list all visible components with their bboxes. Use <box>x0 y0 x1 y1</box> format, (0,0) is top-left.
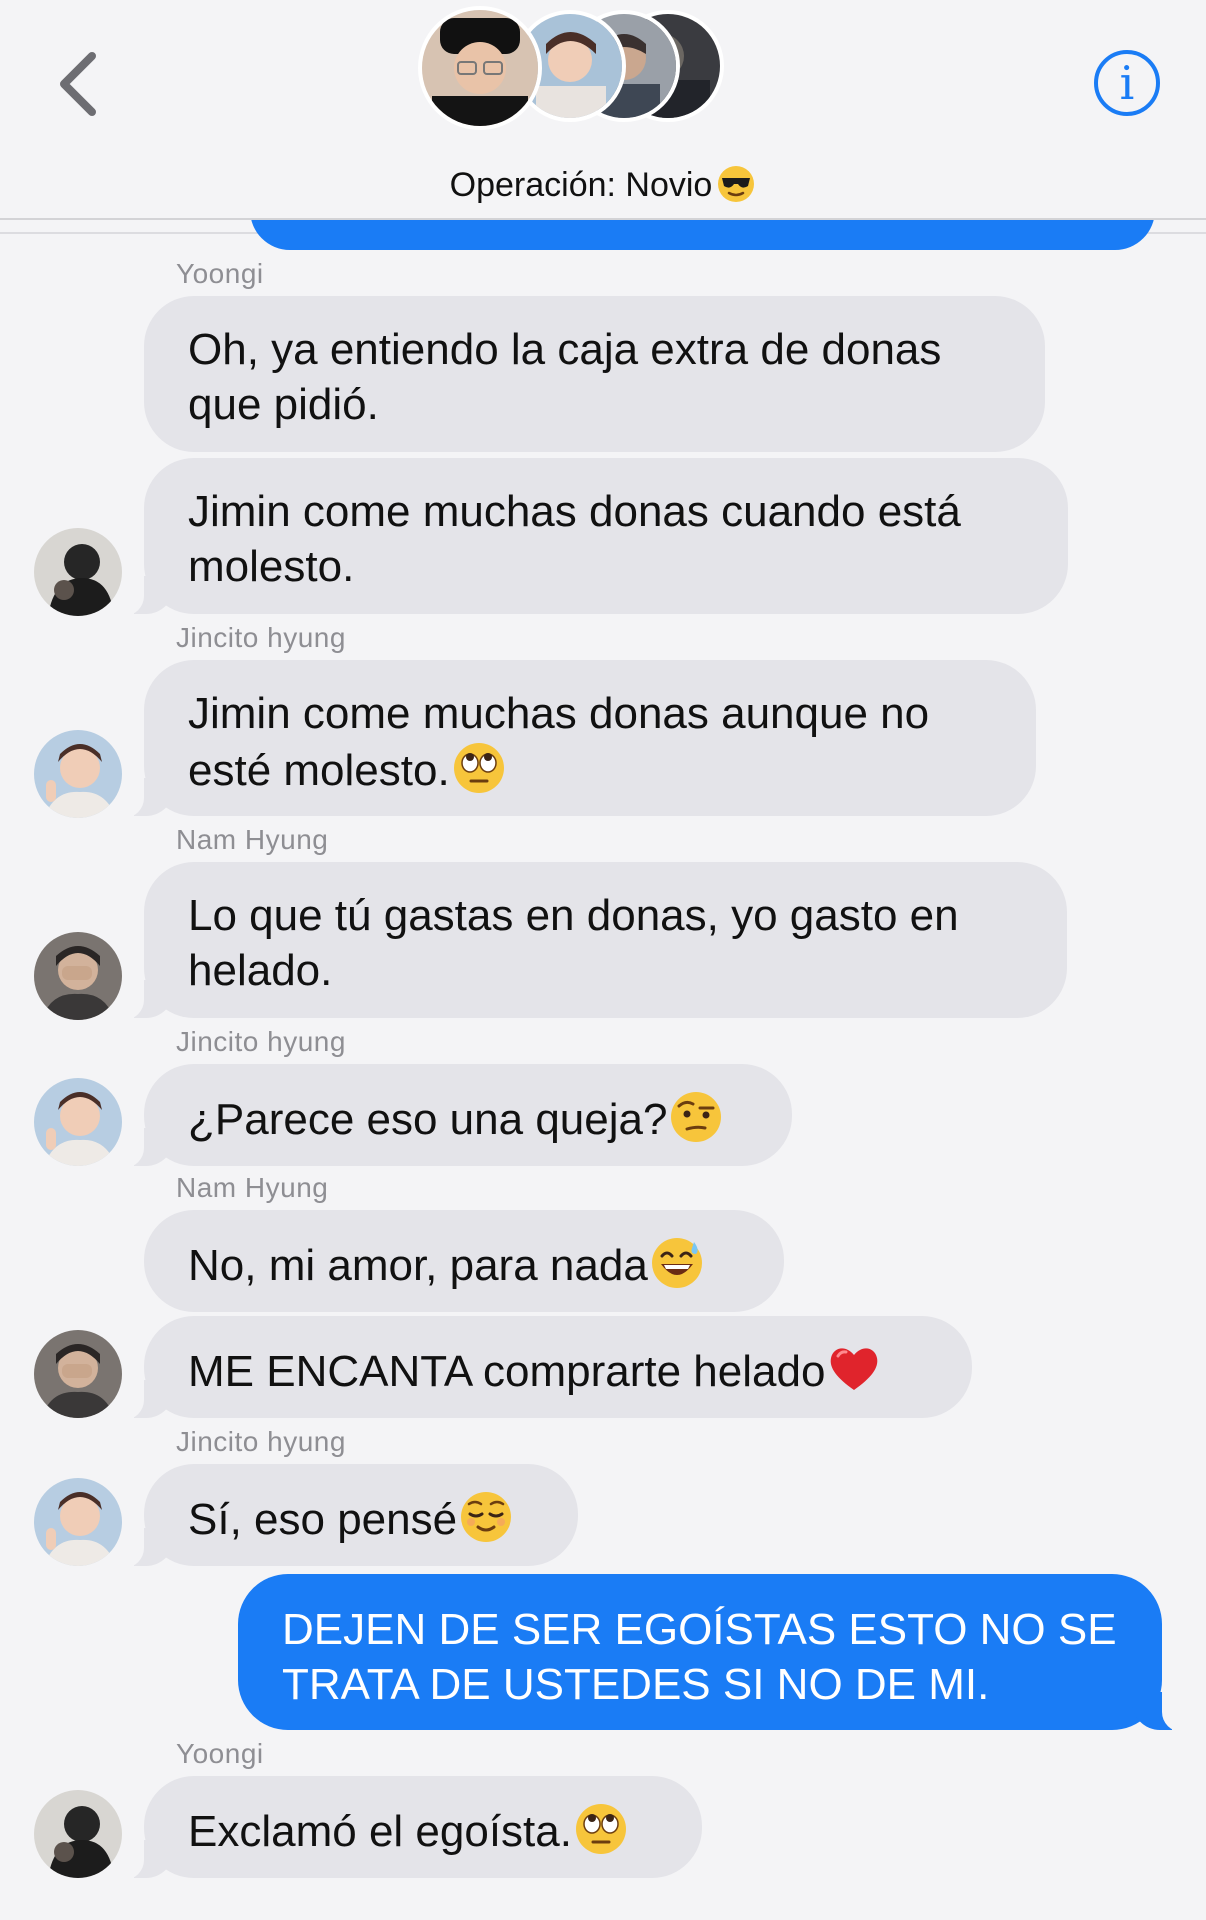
back-button[interactable] <box>50 48 110 120</box>
relieved-face-icon <box>461 1492 512 1542</box>
sender-label: Jincito hyung <box>176 622 346 653</box>
sender-label: Nam Hyung <box>176 1172 329 1203</box>
chevron-left-icon <box>60 52 96 116</box>
group-avatars[interactable] <box>418 4 724 132</box>
sunglasses-face-icon <box>718 166 755 202</box>
conversation-header: Operación: Novio i <box>0 0 1206 220</box>
message-text: Oh, ya entiendo la caja extra de donas q… <box>188 325 942 429</box>
outgoing-message-bubble[interactable]: DEJEN DE SER EGOÍSTAS ESTO NO SE TRATA D… <box>238 1574 1184 1732</box>
message-bubble[interactable]: Jimin come muchas donas aunque no esté m… <box>122 660 1036 818</box>
raised-eyebrow-face-icon <box>671 1092 722 1142</box>
message-text: Sí, eso pensé <box>188 1495 458 1544</box>
sender-label: Jincito hyung <box>176 1026 346 1057</box>
message-bubble[interactable]: No, mi amor, para nada <box>144 1210 784 1312</box>
message-text: DEJEN DE SER EGOÍSTAS ESTO NO SE TRATA D… <box>282 1605 1117 1709</box>
message-bubble[interactable]: Sí, eso pensé <box>122 1464 578 1568</box>
group-name-text: Operación: Novio <box>449 166 713 204</box>
conversation-title[interactable]: Operación: Novio <box>0 164 1206 205</box>
message-text: Lo que tú gastas en donas, yo gasto en h… <box>188 891 959 995</box>
message-bubble[interactable]: ¿Parece eso una queja? <box>122 1064 792 1168</box>
rolling-eyes-face-icon <box>575 1804 626 1854</box>
avatar-jincito-hyung[interactable] <box>34 1478 122 1566</box>
grinning-sweat-face-icon <box>651 1238 702 1288</box>
rolling-eyes-face-icon <box>453 743 504 793</box>
message-text: Exclamó el egoísta. <box>188 1807 572 1856</box>
avatar-nam-hyung[interactable] <box>34 1330 122 1418</box>
message-bubble[interactable]: Lo que tú gastas en donas, yo gasto en h… <box>122 862 1067 1020</box>
sender-label: Jincito hyung <box>176 1426 346 1457</box>
sender-label: Yoongi <box>176 1738 264 1769</box>
info-button[interactable]: i <box>1094 50 1160 116</box>
message-text: ME ENCANTA comprarte helado <box>188 1347 826 1396</box>
message-bubble[interactable]: ME ENCANTA comprarte helado <box>122 1316 972 1420</box>
message-bubble[interactable]: Oh, ya entiendo la caja extra de donas q… <box>144 296 1045 452</box>
avatar-jincito-hyung[interactable] <box>34 730 122 818</box>
message-bubble[interactable]: Exclamó el egoísta. <box>122 1776 702 1880</box>
avatar-nam-hyung[interactable] <box>34 932 122 1020</box>
message-text: Jimin come muchas donas aunque no esté m… <box>188 689 930 795</box>
message-bubble[interactable]: Jimin come muchas donas cuando está mole… <box>122 458 1068 616</box>
sender-label: Yoongi <box>176 258 264 289</box>
avatar-yoongi[interactable] <box>34 528 122 616</box>
avatar-jincito-hyung[interactable] <box>34 1078 122 1166</box>
group-avatar-1 <box>418 6 542 130</box>
sender-label: Nam Hyung <box>176 824 329 855</box>
avatar-yoongi[interactable] <box>34 1790 122 1878</box>
info-icon: i <box>1119 56 1135 110</box>
red-heart-icon <box>831 1348 878 1390</box>
message-text: Jimin come muchas donas cuando está mole… <box>188 487 961 591</box>
message-text: ¿Parece eso una queja? <box>188 1095 668 1144</box>
message-text: No, mi amor, para nada <box>188 1241 648 1290</box>
